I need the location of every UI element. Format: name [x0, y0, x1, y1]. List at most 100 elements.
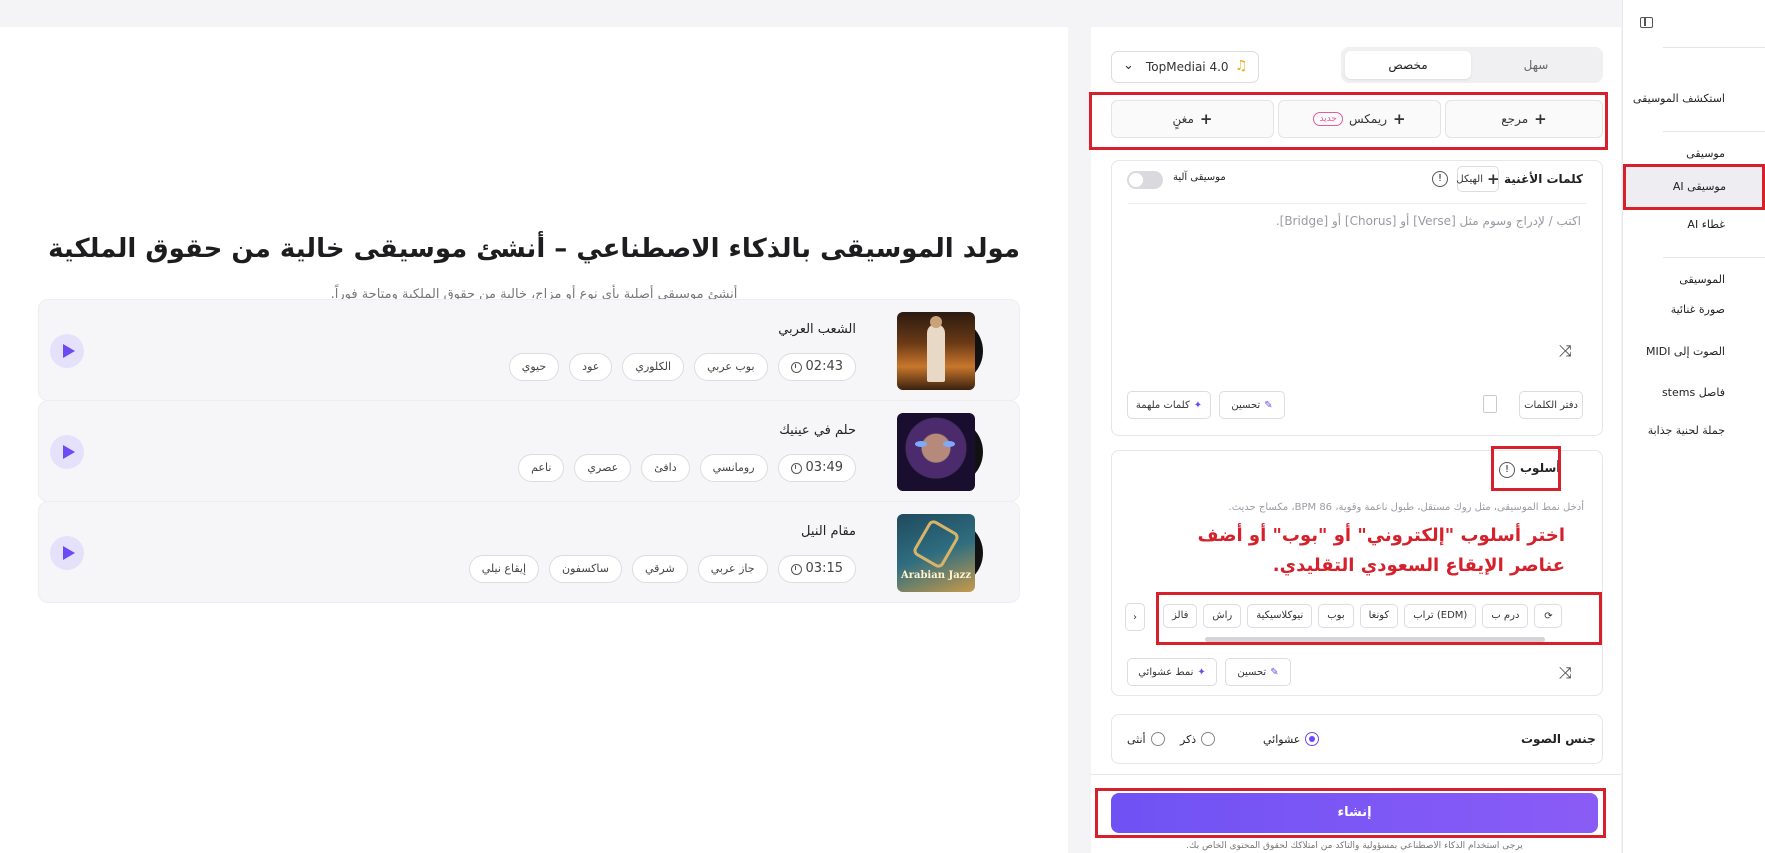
inspired-lyrics-label: كلمات ملهمة — [1135, 399, 1190, 411]
duration-badge: 02:43 — [777, 353, 856, 381]
lyrics-label: كلمات الأغنية — [1504, 172, 1583, 186]
song-cover: Arabian Jazz — [897, 514, 975, 592]
random-style-button[interactable]: ✦ نمط عشوائي — [1127, 658, 1217, 686]
tag: حيوي — [508, 353, 560, 381]
divider — [1663, 257, 1765, 258]
sidebar-item-ai-music-active[interactable]: موسيقى AI — [1623, 166, 1765, 208]
tag: جاز عربي — [697, 555, 768, 583]
sidebar-item-ai-cover[interactable]: غطاء AI — [1687, 218, 1725, 231]
style-chip[interactable]: تراب (EDM) — [1404, 604, 1477, 628]
chips-scrollbar[interactable] — [1205, 637, 1545, 642]
duration-text: 03:15 — [805, 561, 843, 576]
tab-easy[interactable]: سهل — [1473, 51, 1599, 79]
disclaimer-text: يرجى استخدام الذكاء الاصطناعي بمسؤولية و… — [1186, 841, 1523, 851]
tag: دافئ — [641, 454, 690, 482]
generate-button[interactable]: إنشاء — [1111, 793, 1598, 833]
sidebar-item-stem-splitter[interactable]: فاصل stems — [1662, 386, 1725, 399]
song-card[interactable]: الشعب العربي 02:43 بوب عربي الكلوري عود … — [38, 299, 1020, 401]
style-chip[interactable]: درم ب — [1482, 604, 1529, 628]
info-icon[interactable]: ! — [1499, 462, 1515, 478]
sidebar-section-music: موسيقى — [1686, 147, 1725, 160]
style-chip[interactable]: راش — [1203, 604, 1242, 628]
song-tags: 03:15 جاز عربي شرقي ساكسفون إيقاع نيلي — [468, 555, 856, 583]
plus-icon: + — [1534, 110, 1547, 128]
lyrics-input[interactable]: اكتب / لإدراج وسوم مثل [Verse] أو [Choru… — [1125, 214, 1581, 228]
tab-custom[interactable]: مخصص — [1345, 51, 1471, 79]
model-selector[interactable]: ⌄ TopMediai 4.0 ♫ — [1111, 51, 1259, 83]
duration-text: 03:49 — [805, 460, 843, 475]
play-button[interactable] — [50, 536, 84, 570]
add-reference-button[interactable]: + مرجع — [1445, 100, 1603, 138]
plus-icon: + — [1199, 110, 1213, 128]
tag: ساكسفون — [549, 555, 622, 583]
radio — [1201, 732, 1216, 746]
add-remix-button[interactable]: + ريمكس جديد — [1278, 100, 1441, 138]
sidebar-item-lyric-image[interactable]: صورة غنائية — [1671, 303, 1725, 316]
improve-lyrics-button[interactable]: ✎ تحسين — [1219, 391, 1285, 419]
song-title: مقام النيل — [801, 524, 856, 539]
sidebar-item-hook[interactable]: جملة لحنية جذابة — [1648, 424, 1725, 437]
style-chip[interactable]: بوب — [1318, 604, 1354, 628]
page-title: مولد الموسيقى بالذكاء الاصطناعي – أنشئ م… — [48, 234, 1020, 264]
radio-selected — [1305, 732, 1320, 746]
song-cover — [897, 312, 975, 390]
voice-random-option[interactable]: عشوائي — [1263, 732, 1320, 746]
voice-male-option[interactable]: ذكر — [1180, 732, 1216, 746]
plus-icon: + — [1392, 110, 1406, 128]
instrumental-label: موسيقى آلية — [1173, 172, 1226, 183]
song-card[interactable]: Arabian Jazz مقام النيل 03:15 جاز عربي ش… — [38, 501, 1020, 603]
divider — [1663, 47, 1765, 48]
info-icon[interactable]: ! — [1432, 171, 1448, 187]
lyrics-notebook-button[interactable]: دفتر الكلمات — [1519, 391, 1583, 419]
shuffle-icon[interactable]: ⤨ — [1559, 663, 1572, 683]
document-icon[interactable] — [1483, 395, 1497, 413]
inspired-lyrics-button[interactable]: ✦ كلمات ملهمة — [1127, 391, 1211, 419]
toggle-knob — [1129, 173, 1143, 187]
random-style-label: نمط عشوائي — [1138, 666, 1194, 678]
divider — [1128, 203, 1586, 204]
voice-female-label: أنثى — [1127, 732, 1146, 746]
instrumental-toggle[interactable] — [1127, 171, 1163, 189]
divider — [1091, 774, 1621, 775]
clock-icon — [790, 462, 802, 474]
song-title: حلم في عينيك — [779, 423, 856, 438]
voice-male-label: ذكر — [1180, 732, 1197, 746]
add-singer-button[interactable]: + مغنٍ — [1111, 100, 1274, 138]
play-button[interactable] — [50, 334, 84, 368]
improve-label: تحسين — [1237, 666, 1267, 678]
song-card[interactable]: حلم في عينيك 03:49 رومانسي دافئ عصري ناع… — [38, 400, 1020, 502]
mode-switch[interactable]: سهل مخصص — [1341, 47, 1603, 83]
play-button[interactable] — [50, 435, 84, 469]
style-chip[interactable]: نيوكلاسيكية — [1247, 604, 1313, 628]
voice-label: جنس الصوت — [1521, 732, 1596, 746]
song-cover — [897, 413, 975, 491]
sidebar-item-audio-to-midi[interactable]: الصوت إلى MIDI — [1646, 345, 1725, 358]
tag: رومانسي — [699, 454, 768, 482]
divider — [1663, 131, 1765, 132]
style-input[interactable]: أدخل نمط الموسيقى، مثل روك مستقل، طبول ن… — [1125, 502, 1584, 513]
magic-wand-icon: ✎ — [1264, 399, 1273, 411]
style-chip[interactable]: كونغا — [1359, 604, 1399, 628]
style-chips: ⟳ درم ب تراب (EDM) كونغا بوب نيوكلاسيكية… — [1163, 604, 1563, 628]
style-chip[interactable]: فالز — [1163, 604, 1198, 628]
sparkle-icon: ✦ — [1197, 666, 1206, 678]
tag: عود — [569, 353, 613, 381]
duration-text: 02:43 — [805, 359, 843, 374]
chevron-left-icon[interactable]: ‹ — [1125, 603, 1145, 631]
new-badge: جديد — [1313, 112, 1343, 126]
style-label: أسلوب — [1520, 461, 1561, 475]
sidebar-toggle-icon[interactable] — [1640, 17, 1653, 28]
tag: الكلوري — [622, 353, 685, 381]
improve-style-button[interactable]: ✎ تحسين — [1225, 658, 1291, 686]
tag: ناعم — [518, 454, 565, 482]
shuffle-icon[interactable]: ⤨ — [1559, 341, 1572, 361]
add-reference-label: مرجع — [1501, 112, 1529, 126]
annotation-text: اختر أسلوب "إلكتروني" أو "بوب" أو أضف — [1197, 525, 1565, 546]
sidebar-item-explore[interactable]: استكشف الموسيقى — [1633, 92, 1725, 105]
refresh-icon[interactable]: ⟳ — [1534, 604, 1563, 628]
voice-female-option[interactable]: أنثى — [1127, 732, 1165, 746]
song-tags: 02:43 بوب عربي الكلوري عود حيوي — [508, 353, 856, 381]
add-remix-label: ريمكس — [1348, 112, 1387, 126]
structure-button[interactable]: + الهيكل — [1456, 166, 1500, 192]
duration-badge: 03:49 — [777, 454, 856, 482]
